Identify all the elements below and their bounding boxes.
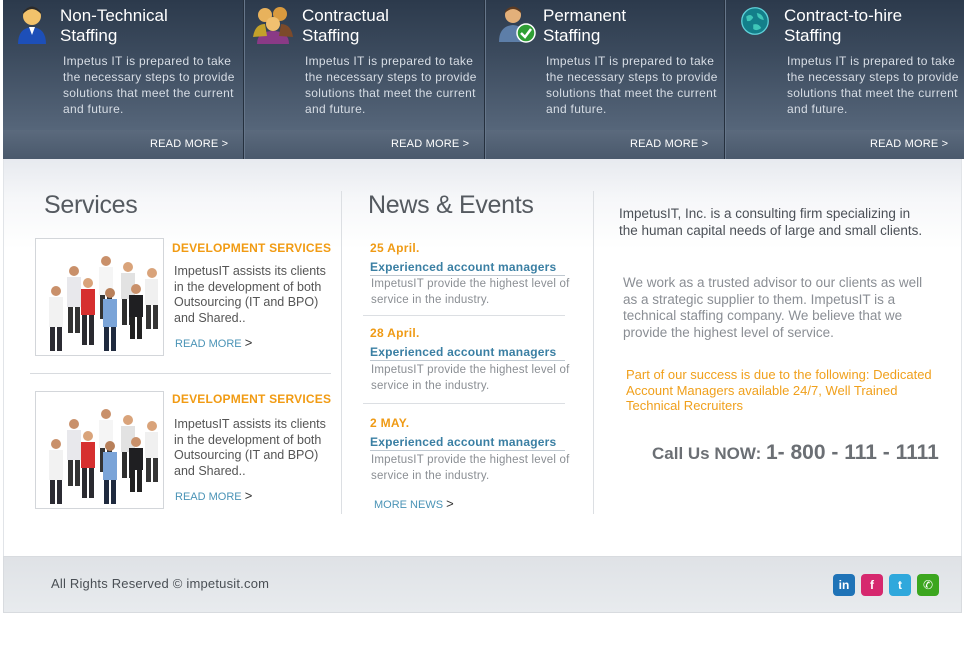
person-icon (18, 6, 46, 44)
news-date: 2 MAY. (370, 416, 410, 430)
news-summary: ImpetusIT provide the highest level of s… (371, 364, 570, 392)
arrow-right-icon: > (244, 335, 253, 350)
chat-icon[interactable]: ✆ (917, 574, 939, 596)
banner-text: Impetus IT is prepared to take the neces… (305, 54, 477, 116)
about-advisor: We work as a trusted advisor to our clie… (623, 275, 923, 340)
read-more-link[interactable]: READ MORE > (391, 138, 469, 150)
call-label: Call Us NOW: (652, 444, 762, 463)
service-read-more-link[interactable]: READ MORE > (175, 488, 252, 503)
banner-text: Impetus IT is prepared to take the neces… (546, 54, 718, 116)
twitter-icon[interactable]: t (889, 574, 911, 596)
news-headline-link[interactable]: Experienced account managers (370, 345, 565, 361)
arrow-right-icon: > (446, 496, 454, 511)
read-more-label: READ MORE (175, 491, 242, 503)
copyright: All Rights Reserved © impetusit.com (51, 576, 270, 591)
banner-text: Impetus IT is prepared to take the neces… (787, 54, 959, 116)
team-photo (35, 238, 164, 356)
service-title: DEVELOPMENT SERVICES (172, 241, 332, 255)
facebook-glyph: f (870, 578, 874, 592)
linkedin-icon[interactable]: in (833, 574, 855, 596)
facebook-icon[interactable]: f (861, 574, 883, 596)
more-news-link[interactable]: MORE NEWS > (374, 496, 454, 511)
phone-number[interactable]: 1- 800 - 111 - 1111 (766, 441, 939, 464)
banner-title: Contractual Staffing (302, 6, 389, 45)
service-read-more-link[interactable]: READ MORE > (175, 335, 252, 350)
banner-title: Permanent Staffing (543, 6, 627, 45)
services-banner: Non-Technical Staffing Impetus IT is pre… (3, 0, 964, 159)
read-more-link[interactable]: READ MORE > (630, 138, 708, 150)
read-more-label: READ MORE (175, 338, 242, 350)
user-check-icon (499, 6, 536, 43)
banner-title: Contract-to-hire Staffing (784, 6, 903, 45)
banner-item-contractual: Contractual Staffing Impetus IT is prepa… (245, 0, 484, 159)
news-summary: ImpetusIT provide the highest level of s… (371, 278, 570, 306)
read-more-link[interactable]: READ MORE > (870, 138, 948, 150)
arrow-right-icon: > (244, 488, 253, 503)
banner-item-contract-to-hire: Contract-to-hire Staffing Impetus IT is … (726, 0, 964, 159)
read-more-link[interactable]: READ MORE > (150, 138, 228, 150)
more-news-label: MORE NEWS (374, 499, 444, 511)
banner-title: Non-Technical Staffing (60, 6, 168, 45)
group-icon (253, 7, 293, 44)
globe-icon (741, 7, 769, 35)
news-date: 25 April. (370, 241, 420, 255)
service-description: ImpetusIT assists its clients in the dev… (174, 417, 326, 478)
news-headline-link[interactable]: Experienced account managers (370, 435, 565, 451)
service-title: DEVELOPMENT SERVICES (172, 392, 332, 406)
news-date: 28 April. (370, 326, 420, 340)
news-summary: ImpetusIT provide the highest level of s… (371, 454, 570, 482)
call-us: Call Us NOW: 1- 800 - 111 - 1111 (652, 441, 939, 465)
services-heading: Services (44, 191, 138, 219)
about-intro: ImpetusIT, Inc. is a consulting firm spe… (619, 206, 923, 238)
chat-glyph: ✆ (922, 578, 934, 592)
banner-text: Impetus IT is prepared to take the neces… (63, 54, 235, 116)
news-heading: News & Events (368, 191, 534, 219)
about-success: Part of our success is due to the follow… (626, 367, 932, 414)
banner-item-non-technical: Non-Technical Staffing Impetus IT is pre… (3, 0, 243, 159)
service-description: ImpetusIT assists its clients in the dev… (174, 264, 326, 325)
linkedin-glyph: in (838, 578, 850, 592)
twitter-glyph: t (898, 578, 902, 592)
news-headline-link[interactable]: Experienced account managers (370, 260, 565, 276)
banner-item-permanent: Permanent Staffing Impetus IT is prepare… (486, 0, 724, 159)
team-photo (35, 391, 164, 509)
